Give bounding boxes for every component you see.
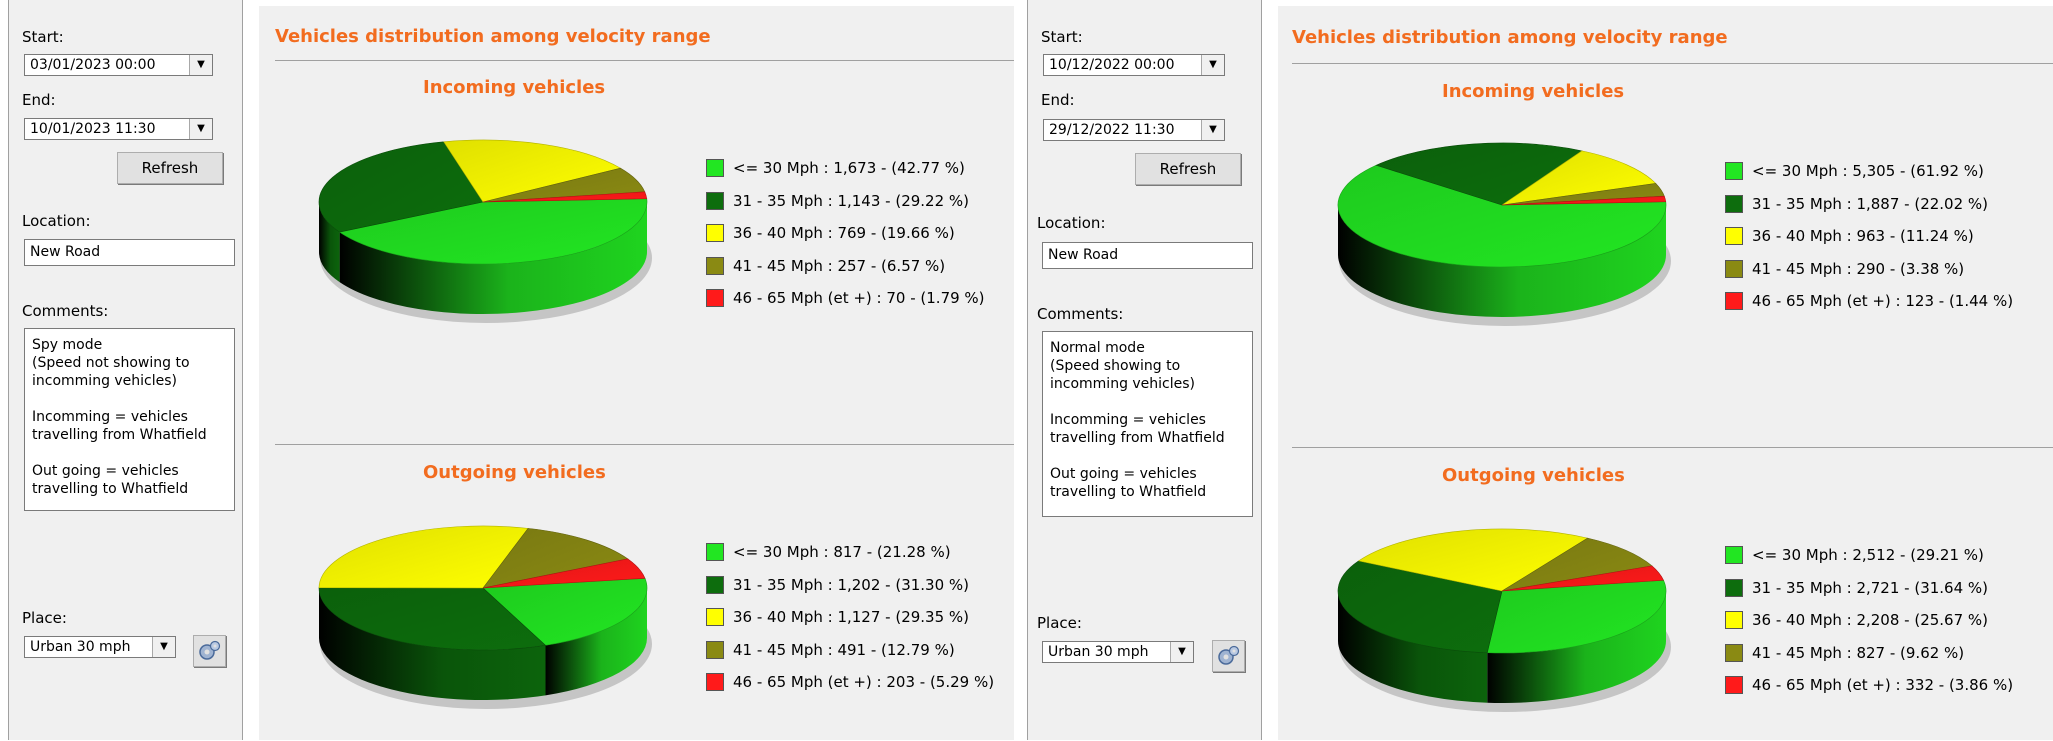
legend-label: 41 - 45 Mph : 257 - (6.57 %) [733, 256, 946, 275]
legend-label: <= 30 Mph : 1,673 - (42.77 %) [733, 159, 965, 177]
filter-sidebar: Start: 10/12/2022 00:00 ▼ End: 29/12/202… [1027, 0, 1262, 740]
legend-label: 46 - 65 Mph (et +) : 332 - (3.86 %) [1752, 676, 2014, 695]
legend-label: 36 - 40 Mph : 963 - (11.24 %) [1752, 227, 1974, 246]
legend-label: 41 - 45 Mph : 290 - (3.38 %) [1752, 259, 1965, 278]
chart-area: Vehicles distribution among velocity ran… [259, 6, 1014, 740]
place-label: Place: [1037, 614, 1082, 632]
pie-3d [1337, 528, 1671, 712]
legend-label: 36 - 40 Mph : 769 - (19.66 %) [733, 224, 955, 243]
place-combo[interactable]: Urban 30 mph ▼ [24, 636, 176, 658]
start-label: Start: [1041, 28, 1083, 46]
end-date-combo[interactable]: 10/01/2023 11:30 ▼ [24, 118, 213, 140]
legend-label: 36 - 40 Mph : 2,208 - (25.67 %) [1752, 611, 1989, 630]
legend-label: 46 - 65 Mph (et +) : 70 - (1.79 %) [733, 289, 985, 308]
comments-label: Comments: [22, 302, 109, 320]
incoming-vehicles-chart: Incoming vehicles <= 30 Mph : 1,673 - (42… [259, 54, 1019, 354]
legend-swatch [1725, 259, 1743, 278]
comments-label: Comments: [1037, 305, 1124, 323]
legend-label: 31 - 35 Mph : 1,887 - (22.02 %) [1752, 194, 1989, 213]
location-field[interactable]: New Road [1042, 242, 1253, 269]
end-date-value: 10/01/2023 11:30 [30, 121, 156, 137]
legend-label: 41 - 45 Mph : 827 - (9.62 %) [1752, 643, 1965, 662]
legend-label: 31 - 35 Mph : 1,143 - (29.22 %) [733, 191, 970, 210]
legend-swatch [706, 224, 724, 243]
comments-textarea[interactable]: Normal mode (Speed showing to incomming … [1042, 331, 1253, 517]
place-combo[interactable]: Urban 30 mph ▼ [1042, 641, 1194, 663]
end-label: End: [22, 91, 56, 109]
legend-swatch [1725, 676, 1743, 695]
end-date-value: 29/12/2022 11:30 [1049, 122, 1175, 138]
location-field[interactable]: New Road [24, 239, 235, 266]
place-value: Urban 30 mph [30, 639, 131, 655]
refresh-button[interactable]: Refresh [117, 152, 223, 184]
end-date-combo[interactable]: 29/12/2022 11:30 ▼ [1043, 119, 1225, 141]
location-label: Location: [1037, 214, 1106, 232]
outgoing-vehicles-chart: Outgoing vehicles <= 30 Mph : 2,512 - (29… [1278, 441, 2038, 741]
legend-swatch [1725, 546, 1743, 564]
chevron-down-icon[interactable]: ▼ [189, 55, 212, 75]
legend-swatch [706, 543, 724, 561]
outgoing-vehicles-chart: Outgoing vehicles <= 30 Mph : 817 - (21.2… [259, 438, 1019, 738]
report-pane-right: Start: 10/12/2022 00:00 ▼ End: 29/12/202… [1019, 0, 2053, 740]
start-date-value: 03/01/2023 00:00 [30, 57, 156, 73]
legend-label: 31 - 35 Mph : 1,202 - (31.30 %) [733, 575, 970, 594]
legend-swatch [1725, 162, 1743, 180]
legend-swatch [1725, 292, 1743, 311]
chart-area: Vehicles distribution among velocity ran… [1278, 6, 2053, 740]
place-value: Urban 30 mph [1048, 644, 1149, 660]
legend-swatch [706, 575, 724, 594]
legend-label: <= 30 Mph : 2,512 - (29.21 %) [1752, 546, 1984, 564]
chevron-down-icon[interactable]: ▼ [152, 637, 175, 657]
chevron-down-icon[interactable]: ▼ [1201, 120, 1224, 140]
legend-label: 41 - 45 Mph : 491 - (12.79 %) [733, 640, 955, 659]
legend-label: 46 - 65 Mph (et +) : 203 - (5.29 %) [733, 673, 995, 692]
comments-textarea[interactable]: Spy mode (Speed not showing to incomming… [24, 328, 235, 511]
pie-3d [318, 139, 652, 323]
gear-icon [1218, 645, 1240, 665]
filter-sidebar: Start: 03/01/2023 00:00 ▼ End: 10/01/202… [8, 0, 243, 740]
legend-label: <= 30 Mph : 817 - (21.28 %) [733, 543, 951, 561]
legend-label: 46 - 65 Mph (et +) : 123 - (1.44 %) [1752, 292, 2014, 311]
chevron-down-icon[interactable]: ▼ [1201, 55, 1224, 75]
legend-swatch [706, 191, 724, 210]
incoming-vehicles-chart: Incoming vehicles <= 30 Mph : 5,305 - (61… [1278, 57, 2038, 357]
chevron-down-icon[interactable]: ▼ [1170, 642, 1193, 662]
start-date-value: 10/12/2022 00:00 [1049, 57, 1175, 73]
legend-swatch [1725, 578, 1743, 597]
start-date-combo[interactable]: 03/01/2023 00:00 ▼ [24, 54, 213, 76]
report-header: Vehicles distribution among velocity ran… [275, 26, 711, 47]
settings-button[interactable] [193, 635, 226, 667]
legend-swatch [1725, 227, 1743, 246]
refresh-button[interactable]: Refresh [1135, 153, 1241, 185]
end-label: End: [1041, 91, 1075, 109]
location-label: Location: [22, 212, 91, 230]
legend-label: <= 30 Mph : 5,305 - (61.92 %) [1752, 162, 1984, 180]
legend-swatch [1725, 643, 1743, 662]
start-label: Start: [22, 28, 64, 46]
settings-button[interactable] [1212, 640, 1245, 672]
legend-swatch [1725, 194, 1743, 213]
legend-swatch [706, 289, 724, 308]
legend-label: 31 - 35 Mph : 2,721 - (31.64 %) [1752, 578, 1989, 597]
report-header: Vehicles distribution among velocity ran… [1292, 27, 1728, 48]
pie-3d [1337, 142, 1671, 326]
start-date-combo[interactable]: 10/12/2022 00:00 ▼ [1043, 54, 1225, 76]
place-label: Place: [22, 609, 67, 627]
legend-swatch [706, 640, 724, 659]
legend-label: 36 - 40 Mph : 1,127 - (29.35 %) [733, 608, 970, 627]
legend-swatch [1725, 611, 1743, 630]
gear-icon [199, 640, 221, 660]
legend-swatch [706, 608, 724, 627]
legend-swatch [706, 159, 724, 177]
legend-swatch [706, 256, 724, 275]
report-pane-left: Start: 03/01/2023 00:00 ▼ End: 10/01/202… [0, 0, 1014, 740]
pie-3d [318, 525, 652, 709]
legend-swatch [706, 673, 724, 692]
chevron-down-icon[interactable]: ▼ [189, 119, 212, 139]
